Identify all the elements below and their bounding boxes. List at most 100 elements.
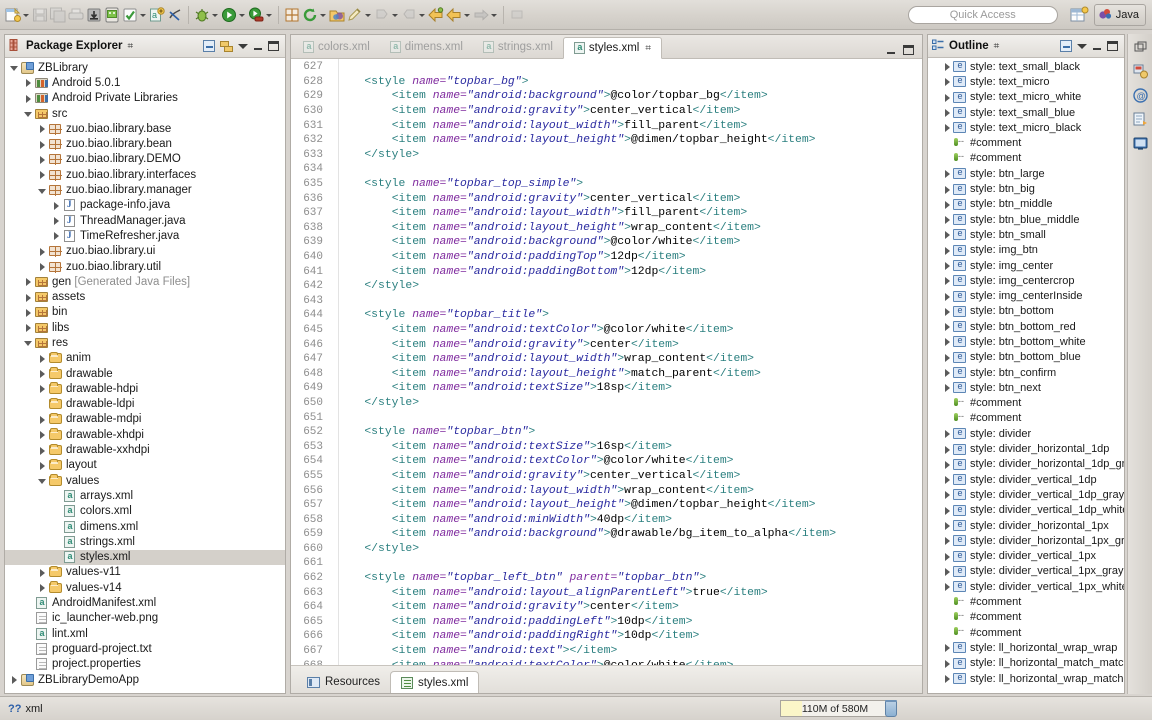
chevron-right-icon[interactable]: [37, 139, 48, 150]
chevron-right-icon[interactable]: [942, 459, 953, 470]
chevron-right-icon[interactable]: [942, 336, 953, 347]
editor-tab-styles-xml[interactable]: styles.xml⌗: [563, 37, 662, 59]
chevron-right-icon[interactable]: [942, 184, 953, 195]
chevron-right-icon[interactable]: [942, 61, 953, 72]
outline-item[interactable]: style: btn_middle: [928, 197, 1124, 212]
tree-item-zuo-biao-library-manager[interactable]: zuo.biao.library.manager: [5, 182, 285, 197]
new-android-xml-button[interactable]: [283, 3, 301, 27]
outline-item[interactable]: style: btn_bottom: [928, 304, 1124, 319]
outline-item[interactable]: style: divider_vertical_1px_white: [928, 579, 1124, 594]
chevron-right-icon[interactable]: [942, 321, 953, 332]
chevron-right-icon[interactable]: [23, 292, 34, 303]
tree-item-zuo-biao-library-util[interactable]: zuo.biao.library.util: [5, 259, 285, 274]
outline-item[interactable]: #comment: [928, 135, 1124, 150]
outline-tree[interactable]: style: text_small_blackstyle: text_micro…: [928, 58, 1124, 693]
tree-item-gen[interactable]: gen [Generated Java Files]: [5, 274, 285, 289]
chevron-right-icon[interactable]: [37, 429, 48, 440]
outline-item[interactable]: style: text_micro: [928, 74, 1124, 89]
tree-item-proguard-project-txt[interactable]: proguard-project.txt: [5, 641, 285, 656]
tree-item-zblibrarydemoapp[interactable]: ZBLibraryDemoApp: [5, 672, 285, 687]
outline-item[interactable]: #comment: [928, 610, 1124, 625]
tree-item-zuo-biao-library-interfaces[interactable]: zuo.biao.library.interfaces: [5, 167, 285, 182]
android-sdk-manager-button[interactable]: [103, 3, 121, 27]
close-icon[interactable]: ⌗: [994, 41, 1000, 52]
chevron-right-icon[interactable]: [37, 460, 48, 471]
maximize-icon[interactable]: [903, 45, 914, 55]
close-icon[interactable]: ⌗: [645, 43, 651, 54]
chevron-right-icon[interactable]: [942, 229, 953, 240]
chevron-right-icon[interactable]: [942, 581, 953, 592]
tree-item-zblibrary[interactable]: ZBLibrary: [5, 60, 285, 75]
tree-item-strings-xml[interactable]: strings.xml: [5, 534, 285, 549]
outline-item[interactable]: style: divider_horizontal_1dp_gra: [928, 457, 1124, 472]
view-menu-icon[interactable]: [1077, 41, 1087, 51]
view-menu-icon[interactable]: [238, 41, 248, 51]
outline-item[interactable]: style: img_centerInside: [928, 288, 1124, 303]
tree-item-values[interactable]: values: [5, 473, 285, 488]
pin-button[interactable]: [508, 3, 526, 27]
outline-item[interactable]: style: img_btn: [928, 243, 1124, 258]
editor-tab-bar[interactable]: colors.xmldimens.xmlstrings.xmlstyles.xm…: [291, 35, 922, 59]
outline-item[interactable]: style: divider_horizontal_1dp: [928, 441, 1124, 456]
restore-icon[interactable]: [1132, 39, 1149, 56]
close-icon[interactable]: ⌗: [128, 41, 134, 52]
chevron-down-icon[interactable]: [37, 475, 48, 486]
garbage-collect-icon[interactable]: [885, 701, 897, 717]
tree-item-drawable-ldpi[interactable]: drawable-ldpi: [5, 397, 285, 412]
outline-item[interactable]: style: ll_horizontal_wrap_wrap: [928, 640, 1124, 655]
tree-item-arrays-xml[interactable]: arrays.xml: [5, 488, 285, 503]
save-button[interactable]: [31, 3, 49, 27]
chevron-right-icon[interactable]: [37, 445, 48, 456]
chevron-right-icon[interactable]: [942, 107, 953, 118]
chevron-right-icon[interactable]: [942, 199, 953, 210]
chevron-right-icon[interactable]: [942, 673, 953, 684]
open-resource-button[interactable]: [328, 3, 346, 27]
chevron-right-icon[interactable]: [51, 215, 62, 226]
annotation-dropdown-arrow[interactable]: [364, 6, 373, 24]
previous-annotation-button[interactable]: [400, 3, 427, 27]
chevron-right-icon[interactable]: [942, 428, 953, 439]
tree-item-values-v11[interactable]: values-v11: [5, 565, 285, 580]
chevron-right-icon[interactable]: [942, 122, 953, 133]
open-perspective-button[interactable]: [1068, 4, 1090, 26]
outline-item[interactable]: style: text_small_blue: [928, 105, 1124, 120]
outline-item[interactable]: style: img_center: [928, 258, 1124, 273]
chevron-right-icon[interactable]: [942, 260, 953, 271]
outline-item[interactable]: style: btn_bottom_blue: [928, 350, 1124, 365]
outline-item[interactable]: style: btn_confirm: [928, 365, 1124, 380]
next-annotation-button[interactable]: [373, 3, 400, 27]
link-with-editor-icon[interactable]: [220, 40, 233, 52]
outline-item[interactable]: style: btn_large: [928, 166, 1124, 181]
next-annotation-dropdown-arrow[interactable]: [391, 6, 400, 24]
next-edit-button[interactable]: [472, 3, 499, 27]
tree-item-androidmanifest-xml[interactable]: AndroidManifest.xml: [5, 595, 285, 610]
editor-tab-colors-xml[interactable]: colors.xml: [293, 36, 380, 58]
chevron-right-icon[interactable]: [942, 535, 953, 546]
chevron-right-icon[interactable]: [23, 77, 34, 88]
debug-button[interactable]: [193, 3, 220, 27]
export-button[interactable]: [85, 3, 103, 27]
outline-item[interactable]: style: divider_vertical_1px_gray: [928, 564, 1124, 579]
back-button[interactable]: [427, 3, 445, 27]
outline-item[interactable]: style: btn_big: [928, 181, 1124, 196]
editor-bottom-tabs[interactable]: Resourcesstyles.xml: [291, 665, 922, 693]
outline-item[interactable]: style: btn_small: [928, 227, 1124, 242]
ddms-perspective-icon[interactable]: [1132, 111, 1149, 128]
chevron-right-icon[interactable]: [942, 245, 953, 256]
debug-perspective-icon[interactable]: [1132, 63, 1149, 80]
perspective-java-button[interactable]: Java: [1094, 4, 1146, 26]
package-explorer-tree[interactable]: ZBLibraryAndroid 5.0.1Android Private Li…: [5, 58, 285, 693]
tree-item-threadmanager-java[interactable]: ThreadManager.java: [5, 213, 285, 228]
code-editor[interactable]: 627628 <style name="topbar_bg">629 <item…: [291, 59, 922, 665]
editor-tab-dimens-xml[interactable]: dimens.xml: [380, 36, 473, 58]
maximize-icon[interactable]: [1107, 41, 1118, 51]
lint-dropdown-arrow[interactable]: [139, 6, 148, 24]
outline-item[interactable]: #comment: [928, 151, 1124, 166]
tree-item-layout[interactable]: layout: [5, 458, 285, 473]
tree-item-res[interactable]: res: [5, 335, 285, 350]
tree-item-zuo-biao-library-demo[interactable]: zuo.biao.library.DEMO: [5, 152, 285, 167]
chevron-down-icon[interactable]: [23, 337, 34, 348]
outline-item[interactable]: style: btn_bottom_red: [928, 319, 1124, 334]
coverage-dropdown-arrow[interactable]: [265, 6, 274, 24]
maximize-icon[interactable]: [268, 41, 279, 51]
